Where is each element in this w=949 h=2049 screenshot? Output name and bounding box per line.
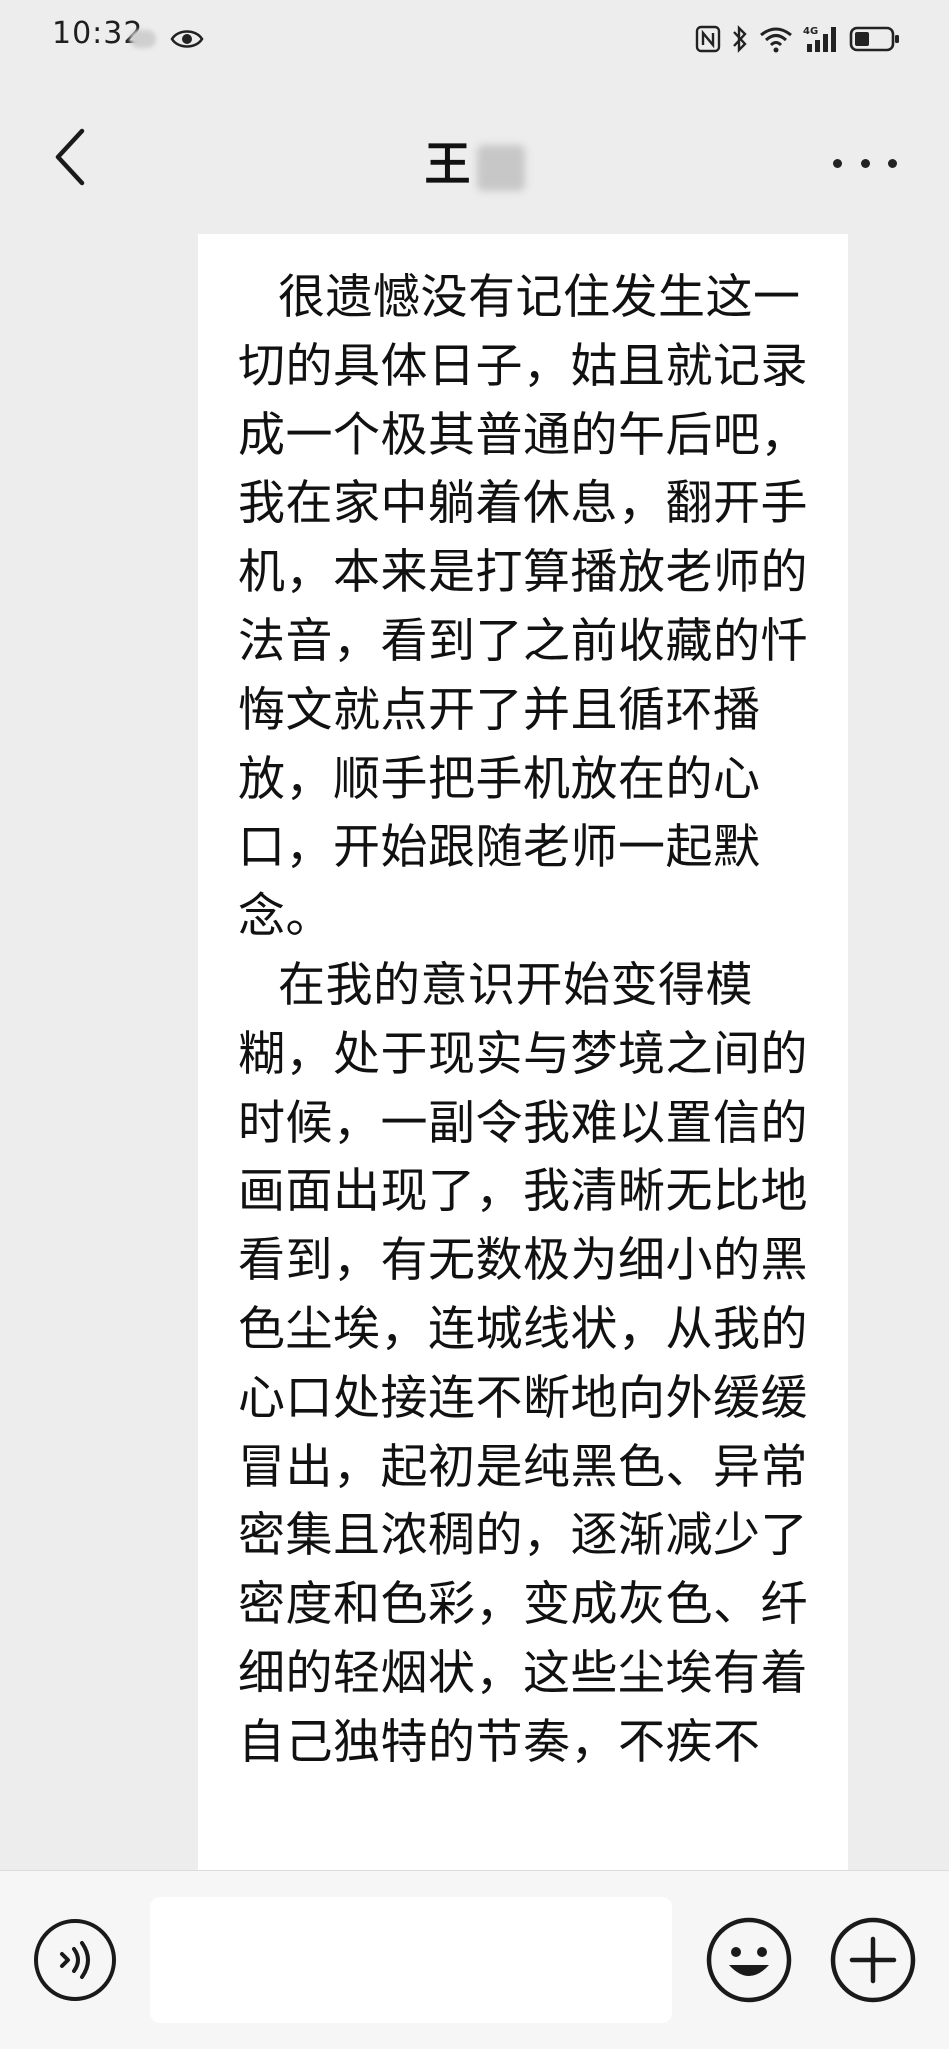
contact-name: 王: [424, 137, 473, 191]
signal-icon: 4G: [803, 26, 836, 52]
status-notification-blur: [130, 30, 156, 48]
contact-name-blur: [476, 144, 525, 191]
status-bar: 10:32 4G: [0, 0, 949, 78]
wifi-icon: [760, 27, 792, 53]
eye-icon: [170, 30, 204, 48]
chat-header: 王: [0, 78, 949, 234]
plus-icon[interactable]: [828, 1915, 918, 2005]
message-list[interactable]: 很遗憾没有记住发生这一切的具体日子，姑且就记录成一个极其普通的午后吧，我在家中躺…: [0, 234, 949, 1870]
message-input[interactable]: [150, 1897, 672, 2023]
emoji-icon[interactable]: [704, 1915, 794, 2005]
message-paragraph: 在我的意识开始变得模糊，处于现实与梦境之间的时候，一副令我难以置信的画面出现了，…: [238, 957, 808, 1770]
message-text: 很遗憾没有记住发生这一切的具体日子，姑且就记录成一个极其普通的午后吧，我在家中躺…: [238, 264, 810, 1778]
input-bar: [0, 1870, 949, 2049]
status-time: 10:32: [52, 16, 144, 51]
network-type: 4G: [803, 26, 818, 37]
status-icons: 4G: [695, 18, 901, 60]
more-dots-icon: [860, 158, 870, 168]
message-bubble[interactable]: 很遗憾没有记住发生这一切的具体日子，姑且就记录成一个极其普通的午后吧，我在家中躺…: [198, 234, 848, 1870]
message-paragraph: 很遗憾没有记住发生这一切的具体日子，姑且就记录成一个极其普通的午后吧，我在家中躺…: [238, 270, 808, 945]
battery-icon: [849, 26, 899, 52]
more-dots-icon: [833, 158, 842, 168]
voice-icon[interactable]: [32, 1917, 118, 2003]
bluetooth-icon: [733, 25, 747, 53]
nfc-icon: [695, 25, 721, 53]
more-button[interactable]: [833, 148, 897, 178]
more-dots-icon: [888, 158, 897, 168]
chat-title: 王: [0, 128, 949, 194]
